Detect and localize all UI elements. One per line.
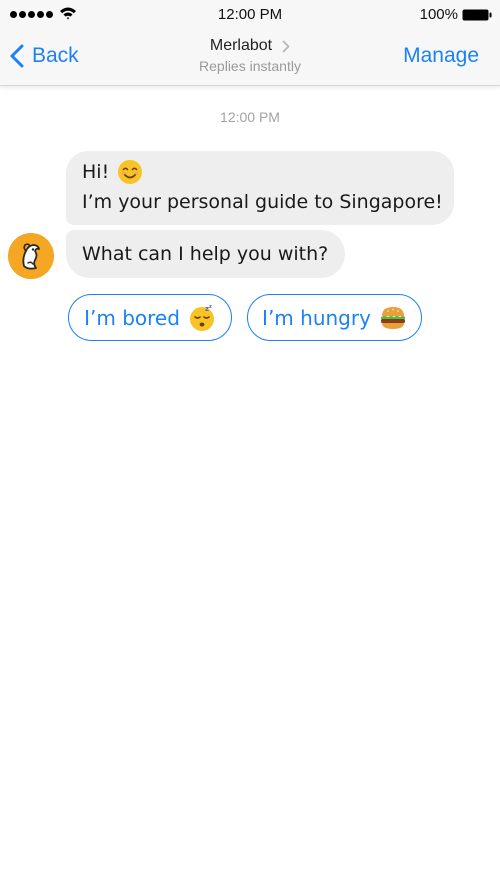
- bot-avatar: [8, 233, 54, 279]
- battery-icon: [462, 9, 492, 21]
- sleeping-face-icon: z z: [189, 304, 214, 331]
- merlion-logo-icon: [8, 233, 54, 279]
- quick-reply-bored-button[interactable]: I’m bored z z: [68, 294, 232, 341]
- message-bubble: What can I help you with?: [66, 230, 345, 278]
- message-text: Hi!: [82, 161, 110, 183]
- message-text: I’m your personal guide to Singapore!: [82, 191, 443, 213]
- quick-reply-hungry-button[interactable]: I’m hungry: [247, 294, 422, 341]
- chevron-left-icon: [10, 44, 24, 68]
- navigation-bar: Back Merlabot Replies instantly Manage: [0, 30, 500, 86]
- hamburger-icon: [380, 306, 405, 329]
- status-bar: 12:00 PM 100%: [0, 0, 500, 30]
- smiling-face-icon: [118, 160, 143, 184]
- bot-name: Merlabot: [209, 37, 273, 54]
- message-timestamp: 12:00 PM: [220, 109, 280, 125]
- battery-percentage: 100%: [419, 6, 458, 23]
- bot-status-subtitle: Replies instantly: [199, 58, 301, 74]
- svg-text:z: z: [209, 304, 212, 310]
- manage-button[interactable]: Manage: [403, 44, 479, 68]
- conversation-title[interactable]: Merlabot Replies instantly: [150, 37, 350, 74]
- message-bubble: Hi! I’m your personal guide to Singapore…: [66, 151, 454, 225]
- chevron-right-icon: [282, 40, 290, 52]
- quick-reply-label: I’m bored: [84, 305, 180, 330]
- back-label: Back: [32, 44, 79, 67]
- quick-reply-label: I’m hungry: [262, 305, 371, 330]
- message-text: What can I help you with?: [82, 243, 329, 265]
- back-button[interactable]: Back: [10, 40, 79, 72]
